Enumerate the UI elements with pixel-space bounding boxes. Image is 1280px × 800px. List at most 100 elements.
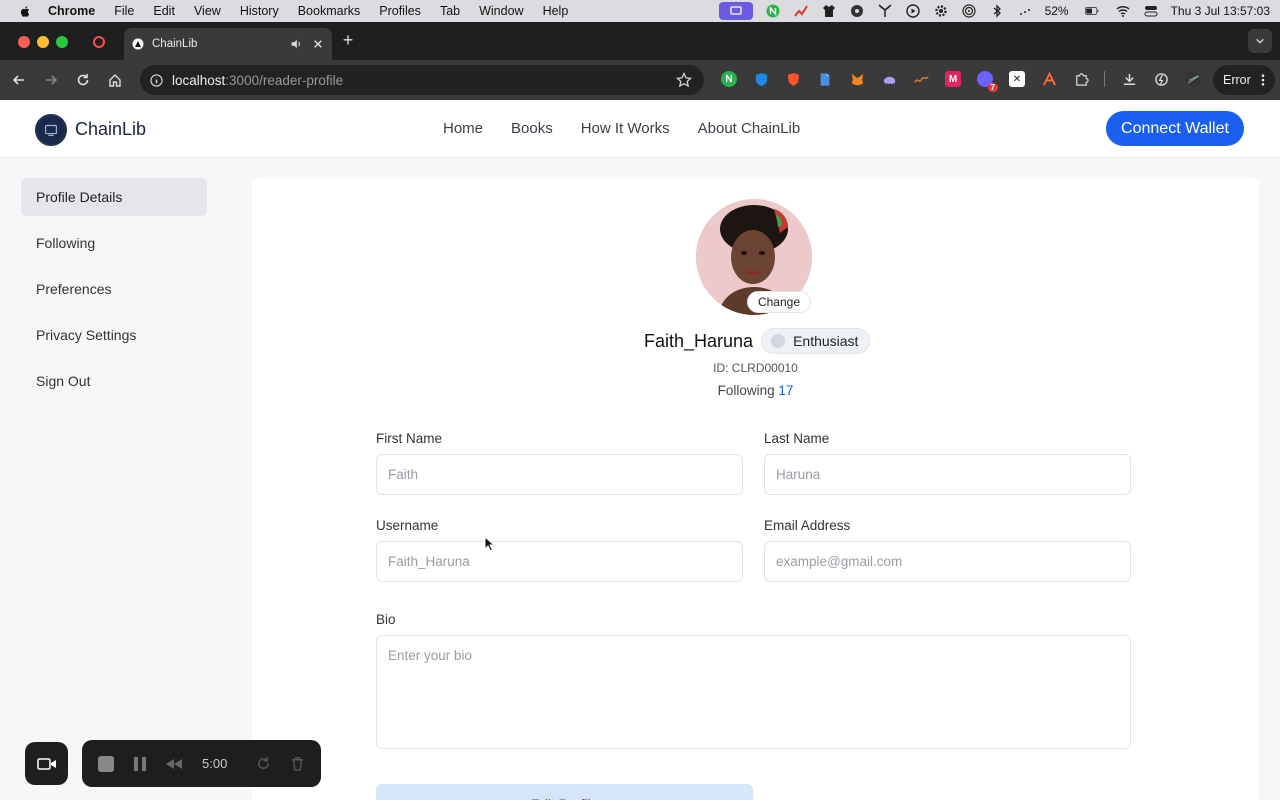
pause-icon (134, 756, 146, 771)
menu-profiles[interactable]: Profiles (379, 4, 421, 18)
sidebar-item-privacy-settings[interactable]: Privacy Settings (21, 316, 207, 354)
menu-clock[interactable]: Thu 3 Jul 13:57:03 (1171, 4, 1270, 18)
menu-help[interactable]: Help (543, 4, 569, 18)
menu-tab[interactable]: Tab (440, 4, 460, 18)
email-input[interactable] (764, 541, 1131, 582)
control-center-icon[interactable] (1143, 4, 1159, 18)
bio-textarea[interactable] (376, 635, 1131, 749)
connect-wallet-button[interactable]: Connect Wallet (1106, 111, 1244, 146)
username-input[interactable] (376, 541, 743, 582)
performance-icon[interactable] (1153, 71, 1169, 87)
restart-icon (257, 756, 269, 769)
active-tab[interactable]: ChainLib (124, 28, 332, 60)
close-tab-icon[interactable] (310, 36, 326, 52)
extension-ghost-icon[interactable] (881, 71, 897, 87)
apple-icon[interactable] (18, 4, 32, 18)
extensions-puzzle-icon[interactable] (1073, 71, 1089, 87)
download-icon[interactable] (1121, 71, 1137, 87)
battery-icon[interactable] (1081, 4, 1103, 18)
menu-history[interactable]: History (240, 4, 279, 18)
sidebar-item-preferences[interactable]: Preferences (21, 270, 207, 308)
extension-badge-icon[interactable]: 7 (977, 71, 998, 92)
recording-dot-icon[interactable] (93, 36, 105, 48)
bookmark-star-icon[interactable] (676, 72, 692, 88)
macos-menu-bar: Chrome File Edit View History Bookmarks … (0, 0, 1280, 22)
menu-app-name[interactable]: Chrome (48, 4, 95, 18)
edit-profile-button[interactable]: Edit Profile (376, 784, 753, 800)
kebab-menu-icon[interactable] (1261, 74, 1265, 86)
dots-icon[interactable] (1017, 4, 1033, 18)
stop-recording-button[interactable] (96, 754, 116, 774)
rewind-button[interactable] (164, 754, 184, 774)
new-tab-icon[interactable]: + (340, 31, 356, 49)
wifi-icon[interactable] (1115, 4, 1131, 18)
tab-search-chevron-icon[interactable] (1248, 29, 1272, 53)
window-minimize-button[interactable] (37, 36, 49, 48)
sidebar-item-profile-details[interactable]: Profile Details (21, 178, 207, 216)
play-circle-icon[interactable] (905, 4, 921, 18)
disk-icon[interactable] (849, 4, 865, 18)
pause-recording-button[interactable] (130, 754, 150, 774)
extension-wave-icon[interactable] (913, 71, 929, 87)
delete-recording-button[interactable] (287, 754, 307, 774)
mouse-cursor-icon (484, 536, 496, 552)
toolbar-divider (1104, 71, 1105, 87)
chainlib-logo-icon[interactable] (35, 114, 67, 146)
antenna-icon[interactable] (877, 4, 893, 18)
restart-button[interactable] (253, 754, 273, 774)
following-summary[interactable]: Following 17 (252, 383, 1259, 398)
sidebar-item-following[interactable]: Following (21, 224, 207, 262)
site-header: ChainLib Home Books How It Works About C… (0, 100, 1280, 158)
extension-brave-icon[interactable] (785, 71, 801, 87)
change-avatar-button[interactable]: Change (747, 291, 811, 313)
menu-file[interactable]: File (114, 4, 134, 18)
window-close-button[interactable] (18, 36, 30, 48)
profile-page: Profile Details Following Preferences Pr… (0, 158, 1280, 800)
browser-toolbar: localhost:3000/reader-profile N M 7 ✕ Er… (0, 60, 1280, 100)
speaker-icon[interactable] (288, 36, 304, 52)
window-zoom-button[interactable] (56, 36, 68, 48)
avatar-container: Change (696, 199, 812, 315)
last-name-input[interactable] (764, 454, 1131, 495)
following-count[interactable]: 17 (778, 383, 793, 398)
home-icon[interactable] (107, 72, 123, 88)
extension-n-icon[interactable]: N (721, 71, 737, 87)
shirt-icon[interactable] (821, 4, 837, 18)
nav-books[interactable]: Books (511, 120, 553, 137)
nav-about[interactable]: About ChainLib (698, 120, 801, 137)
recorder-camera-button[interactable] (25, 742, 68, 785)
nav-how-it-works[interactable]: How It Works (581, 120, 670, 137)
menu-bookmarks[interactable]: Bookmarks (298, 4, 361, 18)
extension-m-icon[interactable]: M (945, 71, 961, 87)
back-arrow-icon[interactable] (11, 72, 27, 88)
extension-shield-icon[interactable] (753, 71, 769, 87)
nav-home[interactable]: Home (443, 120, 483, 137)
extension-x-icon[interactable]: ✕ (1009, 71, 1025, 87)
extension-doc-icon[interactable] (817, 71, 833, 87)
trash-icon (291, 757, 303, 771)
bluetooth-icon[interactable] (989, 4, 1005, 18)
forward-arrow-icon[interactable] (43, 72, 59, 88)
first-name-input[interactable] (376, 454, 743, 495)
profile-sidebar: Profile Details Following Preferences Pr… (21, 178, 207, 408)
chrome-error-button[interactable]: Error (1213, 65, 1275, 95)
gear-icon[interactable] (933, 4, 949, 18)
site-info-icon[interactable] (148, 72, 164, 88)
stocks-icon[interactable] (793, 4, 809, 18)
brand-name[interactable]: ChainLib (75, 119, 146, 140)
menu-edit[interactable]: Edit (153, 4, 175, 18)
screen-record-icon[interactable] (718, 2, 753, 20)
reload-icon[interactable] (75, 72, 91, 88)
menu-window[interactable]: Window (479, 4, 523, 18)
address-bar[interactable]: localhost:3000/reader-profile (140, 65, 704, 95)
extension-metamask-icon[interactable] (849, 71, 865, 87)
bio-label: Bio (376, 612, 396, 627)
recorder-time: 5:00 (202, 756, 228, 771)
profile-avatar-icon[interactable] (1185, 71, 1201, 87)
n-app-icon[interactable] (765, 4, 781, 18)
menu-view[interactable]: View (194, 4, 221, 18)
extension-a-icon[interactable] (1041, 71, 1057, 87)
airdrop-icon[interactable] (961, 4, 977, 18)
sidebar-item-sign-out[interactable]: Sign Out (21, 362, 207, 400)
rewind-icon (166, 758, 182, 769)
